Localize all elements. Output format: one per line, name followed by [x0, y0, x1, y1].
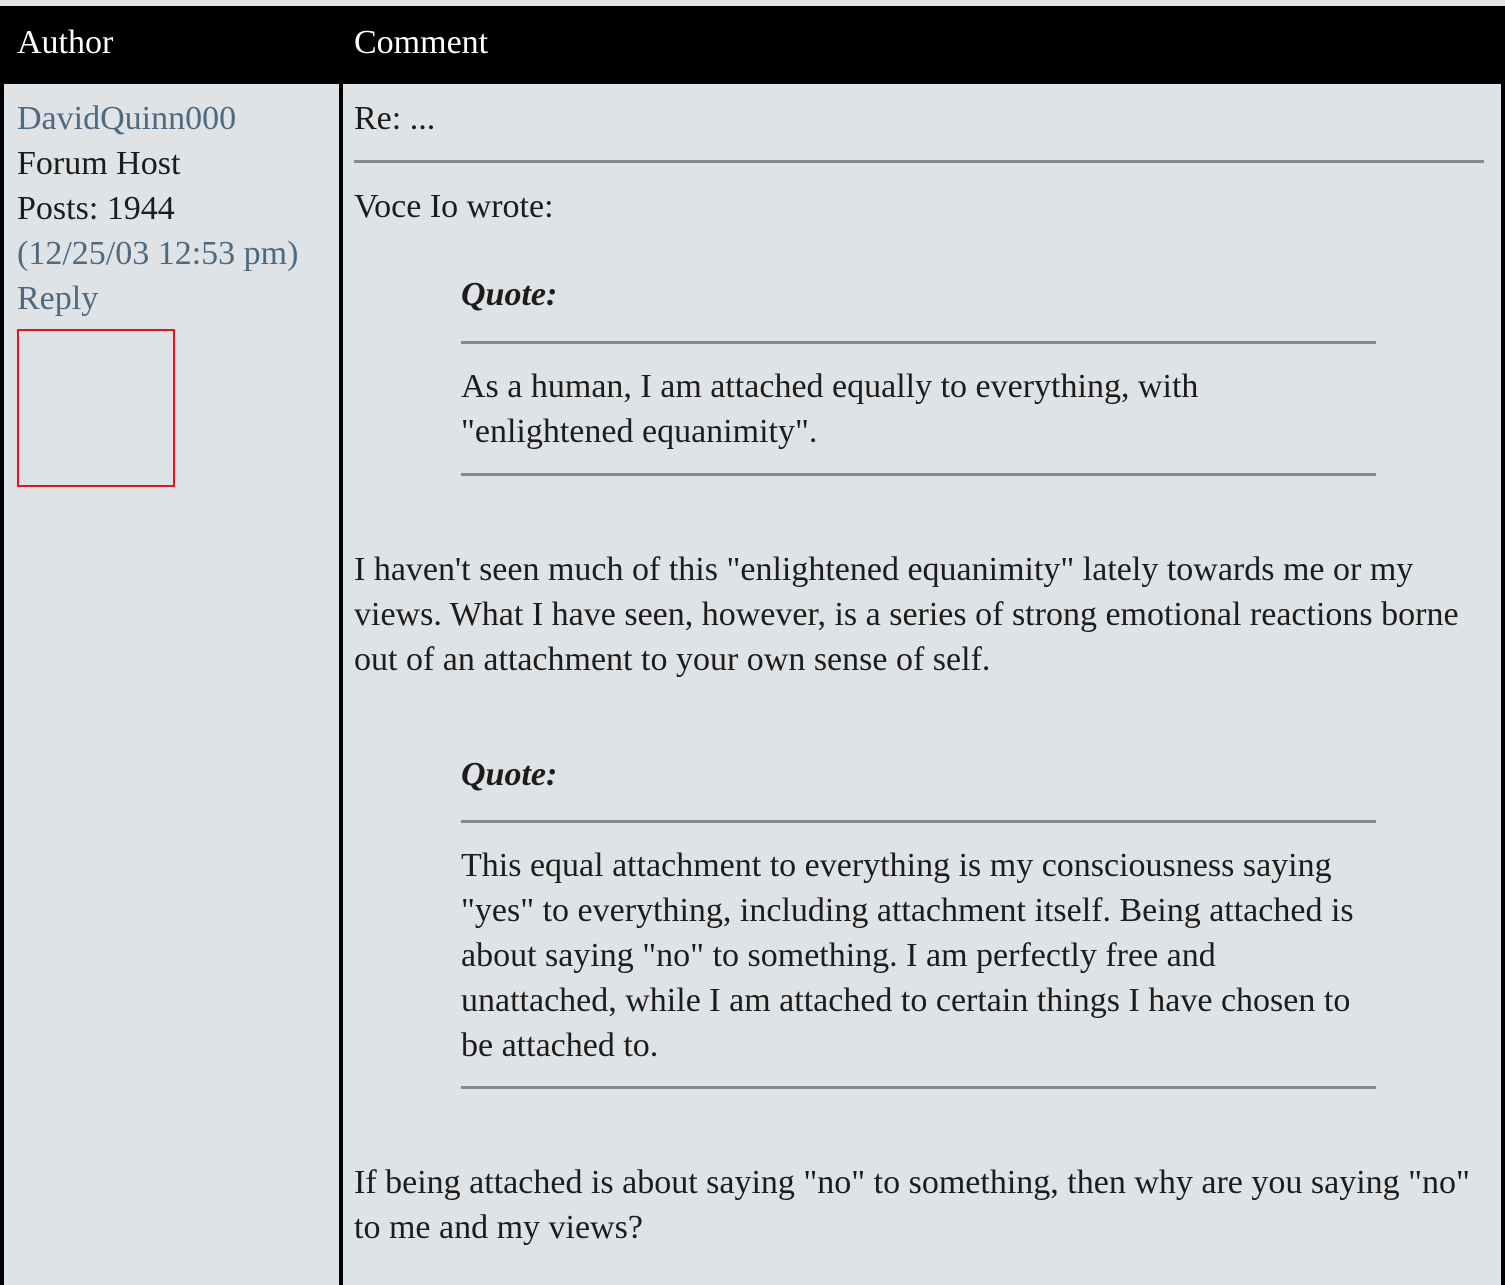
quote-label: Quote:	[461, 276, 558, 313]
author-name-link[interactable]: DavidQuinn000	[17, 96, 335, 141]
forum-post-table: Author Comment DavidQuinn000 Forum Host …	[0, 0, 1505, 1285]
right-border	[1501, 84, 1505, 1285]
comment-column-header: Comment	[354, 24, 489, 61]
post-paragraph: I haven't seen much of this "enlightened…	[354, 551, 1459, 678]
avatar	[17, 329, 175, 487]
author-column-header: Author	[17, 24, 114, 61]
quote-bottom-rule	[461, 473, 1376, 476]
author-rank: Forum Host	[17, 145, 181, 182]
left-border	[0, 84, 4, 1285]
author-panel: DavidQuinn000 Forum Host Posts: 1944 (12…	[17, 96, 335, 487]
column-divider	[339, 84, 343, 1285]
post-paragraph: If being attached is about saying "no" t…	[354, 1164, 1470, 1246]
author-post-count: Posts: 1944	[17, 190, 175, 227]
quote-top-rule	[461, 820, 1376, 823]
post-timestamp-link[interactable]: (12/25/03 12:53 pm)	[17, 231, 335, 276]
table-header: Author Comment	[0, 6, 1505, 84]
quote-bottom-rule	[461, 1086, 1376, 1089]
quote-text: As a human, I am attached equally to eve…	[461, 368, 1199, 450]
reply-link[interactable]: Reply	[17, 276, 335, 321]
quote-top-rule	[461, 341, 1376, 344]
post-subject: Re: ...	[354, 100, 436, 137]
quote-text: This equal attachment to everything is m…	[461, 847, 1354, 1064]
subject-divider	[354, 160, 1484, 163]
quote-label: Quote:	[461, 756, 558, 793]
quoted-author-line: Voce Io wrote:	[354, 188, 554, 225]
comment-subject-area: Re: ...	[354, 96, 1484, 148]
